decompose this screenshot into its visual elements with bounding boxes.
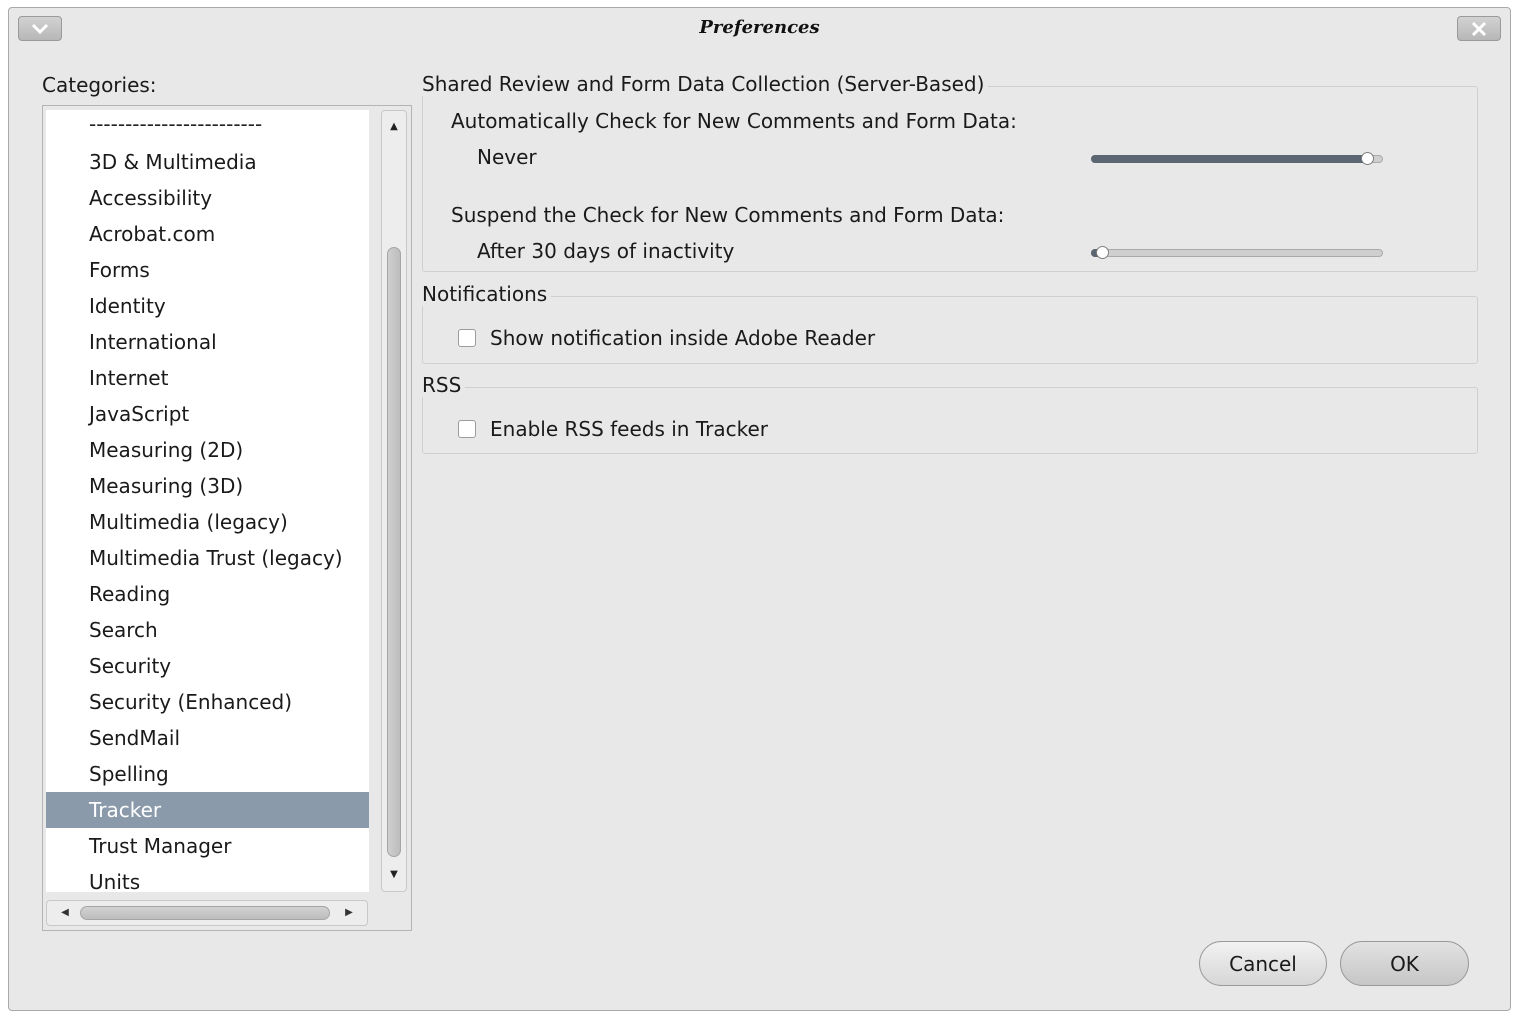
title-bar: Preferences	[9, 8, 1510, 48]
suspend-check-value: After 30 days of inactivity	[477, 239, 735, 263]
auto-check-slider[interactable]	[1091, 152, 1383, 165]
categories-horizontal-scrollbar[interactable]: ◀ ▶	[46, 900, 368, 926]
category-item[interactable]: Acrobat.com	[46, 216, 369, 252]
scroll-left-arrow-icon[interactable]: ◀	[55, 901, 75, 925]
horizontal-scroll-thumb[interactable]	[80, 906, 330, 920]
suspend-check-slider[interactable]	[1091, 246, 1383, 259]
category-item[interactable]: Search	[46, 612, 369, 648]
category-item[interactable]: 3D & Multimedia	[46, 144, 369, 180]
close-button[interactable]	[1457, 16, 1501, 41]
window-title: Preferences	[699, 17, 820, 38]
notifications-title: Notifications	[422, 282, 552, 306]
categories-vertical-scrollbar[interactable]: ▲ ▼	[381, 110, 407, 892]
preferences-dialog: Preferences Categories: ----------------…	[8, 7, 1511, 1011]
cancel-button[interactable]: Cancel	[1199, 941, 1327, 986]
shared-review-title: Shared Review and Form Data Collection (…	[422, 72, 989, 96]
ok-button[interactable]: OK	[1340, 941, 1469, 986]
category-item[interactable]: Tracker	[46, 792, 369, 828]
category-item[interactable]: SendMail	[46, 720, 369, 756]
category-item[interactable]: Reading	[46, 576, 369, 612]
slider-track	[1091, 249, 1383, 257]
enable-rss-label[interactable]: Enable RSS feeds in Tracker	[490, 417, 768, 441]
category-item[interactable]: Security (Enhanced)	[46, 684, 369, 720]
auto-check-value: Never	[477, 145, 537, 169]
category-item[interactable]: JavaScript	[46, 396, 369, 432]
suspend-check-label: Suspend the Check for New Comments and F…	[451, 203, 1005, 227]
category-item[interactable]: Measuring (3D)	[46, 468, 369, 504]
category-item[interactable]: Spelling	[46, 756, 369, 792]
category-item[interactable]: Forms	[46, 252, 369, 288]
category-item[interactable]: Identity	[46, 288, 369, 324]
vertical-scroll-thumb[interactable]	[387, 247, 401, 857]
slider-fill	[1091, 155, 1369, 163]
category-item[interactable]: Measuring (2D)	[46, 432, 369, 468]
enable-rss-checkbox[interactable]	[458, 420, 476, 438]
show-notification-label[interactable]: Show notification inside Adobe Reader	[490, 326, 875, 350]
category-item[interactable]: International	[46, 324, 369, 360]
category-item[interactable]: Accessibility	[46, 180, 369, 216]
scroll-right-arrow-icon[interactable]: ▶	[339, 901, 359, 925]
close-icon	[1471, 21, 1487, 36]
category-item[interactable]: Security	[46, 648, 369, 684]
category-item[interactable]: Multimedia Trust (legacy)	[46, 540, 369, 576]
rss-title: RSS	[422, 373, 466, 397]
category-item[interactable]: Trust Manager	[46, 828, 369, 864]
scroll-up-arrow-icon[interactable]: ▲	[382, 117, 406, 137]
categories-label: Categories:	[42, 73, 157, 97]
show-notification-checkbox[interactable]	[458, 329, 476, 347]
categories-list[interactable]: ------------------------ 3D & Multimedia A…	[46, 110, 369, 892]
slider-handle[interactable]	[1095, 246, 1109, 259]
category-separator: ------------------------	[89, 112, 263, 136]
category-item[interactable]: Units	[46, 864, 369, 892]
auto-check-label: Automatically Check for New Comments and…	[451, 109, 1017, 133]
category-item[interactable]: Multimedia (legacy)	[46, 504, 369, 540]
categories-panel: ------------------------ 3D & Multimedia A…	[42, 105, 412, 931]
scroll-down-arrow-icon[interactable]: ▼	[382, 865, 406, 885]
category-item[interactable]: Internet	[46, 360, 369, 396]
